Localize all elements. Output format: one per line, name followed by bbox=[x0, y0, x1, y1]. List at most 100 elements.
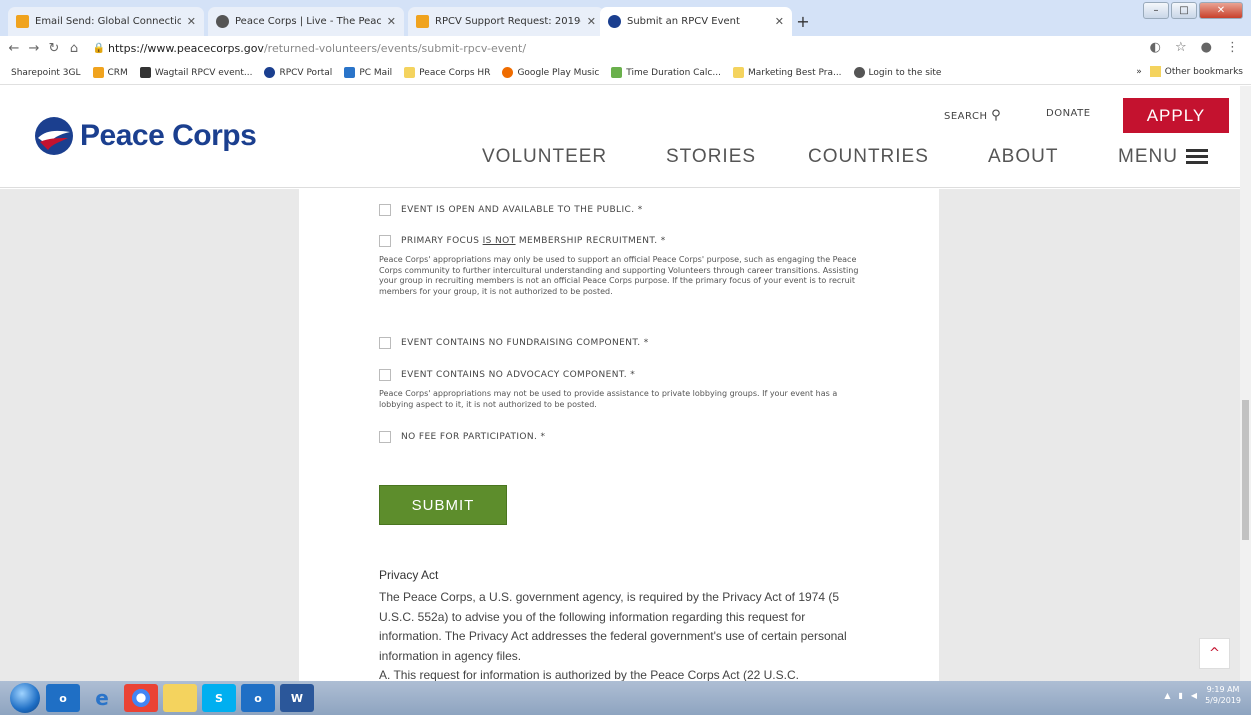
bookmark-marketing[interactable]: Marketing Best Pra... bbox=[732, 67, 842, 78]
tab-submit-rpcv-event[interactable]: Submit an RPCV Event ✕ bbox=[600, 7, 792, 36]
tab-rpcv-support[interactable]: RPCV Support Request: 2019-05 ✕ bbox=[408, 7, 604, 36]
more-menu-icon[interactable]: ⋮ bbox=[1226, 40, 1239, 55]
tab-email-send[interactable]: Email Send: Global Connections ✕ bbox=[8, 7, 204, 36]
bookmark-label: Peace Corps HR bbox=[419, 67, 491, 78]
new-tab-button[interactable]: + bbox=[794, 14, 812, 32]
fundraising-checkbox-row: EVENT CONTAINS NO FUNDRAISING COMPONENT.… bbox=[379, 337, 649, 349]
submit-button[interactable]: SUBMIT bbox=[379, 485, 507, 525]
crm-icon bbox=[16, 15, 29, 28]
tab-close-icon[interactable]: ✕ bbox=[775, 15, 784, 28]
minimize-icon[interactable]: – bbox=[1143, 2, 1169, 19]
other-bookmarks[interactable]: Other bookmarks bbox=[1165, 67, 1243, 77]
page-content: EVENT IS OPEN AND AVAILABLE TO THE PUBLI… bbox=[0, 189, 1251, 681]
bookmark-label: Time Duration Calc... bbox=[626, 67, 721, 78]
advocacy-checkbox-row: EVENT CONTAINS NO ADVOCACY COMPONENT. * bbox=[379, 369, 635, 381]
bookmark-rpcv-portal[interactable]: RPCV Portal bbox=[264, 67, 332, 78]
donate-link[interactable]: DONATE bbox=[1046, 108, 1091, 119]
public-checkbox[interactable] bbox=[379, 204, 391, 216]
fee-checkbox-row: NO FEE FOR PARTICIPATION. * bbox=[379, 431, 545, 443]
tab-close-icon[interactable]: ✕ bbox=[587, 15, 596, 28]
search-label: SEARCH bbox=[944, 111, 988, 122]
tab-close-icon[interactable]: ✕ bbox=[387, 15, 396, 28]
nav-about[interactable]: ABOUT bbox=[988, 146, 1058, 168]
tab-title: Email Send: Global Connections bbox=[35, 16, 181, 27]
globe-icon bbox=[853, 67, 865, 78]
bookmark-star-icon[interactable]: ☆ bbox=[1175, 40, 1187, 55]
clock[interactable]: 9:19 AM 5/9/2019 bbox=[1205, 684, 1241, 706]
fee-checkbox[interactable] bbox=[379, 431, 391, 443]
profile-icon[interactable]: ● bbox=[1201, 40, 1212, 55]
outlook-icon bbox=[344, 67, 356, 78]
back-icon[interactable]: ← bbox=[4, 41, 24, 56]
internet-explorer-icon[interactable]: e bbox=[85, 684, 119, 712]
peace-corps-logo[interactable]: Peace Corps bbox=[34, 116, 257, 156]
bookmark-label: Wagtail RPCV event... bbox=[154, 67, 253, 78]
privacy-item-a: A. This request for information is autho… bbox=[379, 668, 799, 681]
bookmark-wagtail[interactable]: Wagtail RPCV event... bbox=[139, 67, 253, 78]
menu-button[interactable]: MENU bbox=[1118, 146, 1208, 168]
nav-volunteer[interactable]: VOLUNTEER bbox=[482, 146, 607, 168]
clock-time: 9:19 AM bbox=[1206, 685, 1240, 694]
outlook-icon[interactable]: o bbox=[241, 684, 275, 712]
extension-icon[interactable]: ◐ bbox=[1150, 40, 1161, 55]
calculator-icon bbox=[611, 67, 623, 78]
nav-stories[interactable]: STORIES bbox=[666, 146, 756, 168]
bookmark-pc-mail[interactable]: PC Mail bbox=[344, 67, 392, 78]
back-to-top-button[interactable]: ^ bbox=[1199, 638, 1230, 669]
search-icon: ⚲ bbox=[991, 108, 1002, 123]
bookmark-label: Login to the site bbox=[868, 67, 942, 78]
focus-checkbox[interactable] bbox=[379, 235, 391, 247]
close-window-icon[interactable]: ✕ bbox=[1199, 2, 1243, 19]
bookmark-time-duration[interactable]: Time Duration Calc... bbox=[611, 67, 721, 78]
crm-icon bbox=[416, 15, 429, 28]
skype-icon[interactable]: S bbox=[202, 684, 236, 712]
volume-icon[interactable]: ◀ bbox=[1191, 691, 1197, 700]
folder-icon bbox=[732, 67, 744, 78]
privacy-body: The Peace Corps, a U.S. government agenc… bbox=[379, 590, 847, 663]
apply-button[interactable]: APPLY bbox=[1123, 98, 1229, 133]
tab-title: RPCV Support Request: 2019-05 bbox=[435, 16, 581, 27]
globe-icon bbox=[216, 15, 229, 28]
start-button[interactable] bbox=[10, 683, 40, 713]
tab-peace-corps-live[interactable]: Peace Corps | Live - The Peace C ✕ bbox=[208, 7, 404, 36]
peace-corps-icon bbox=[608, 15, 621, 28]
folder-icon bbox=[404, 67, 416, 78]
word-icon[interactable]: W bbox=[280, 684, 314, 712]
public-checkbox-label: EVENT IS OPEN AND AVAILABLE TO THE PUBLI… bbox=[401, 205, 643, 215]
tray-arrow-icon[interactable]: ▲ bbox=[1164, 691, 1170, 700]
bookmark-google-play-music[interactable]: Google Play Music bbox=[502, 67, 599, 78]
tab-title: Submit an RPCV Event bbox=[627, 16, 740, 27]
advocacy-note: Peace Corps' appropriations may not be u… bbox=[379, 389, 838, 409]
tab-close-icon[interactable]: ✕ bbox=[187, 15, 196, 28]
bookmark-login[interactable]: Login to the site bbox=[853, 67, 942, 78]
nav-countries[interactable]: COUNTRIES bbox=[808, 146, 929, 168]
browser-toolbar: ← → ↻ ⌂ 🔒 https://www.peacecorps.gov/ret… bbox=[0, 36, 1251, 61]
bookmark-peace-corps-hr[interactable]: Peace Corps HR bbox=[404, 67, 490, 78]
bookmark-label: RPCV Portal bbox=[279, 67, 333, 78]
scrollbar-thumb[interactable] bbox=[1242, 400, 1249, 540]
focus-checkbox-label: PRIMARY FOCUS IS NOT MEMBERSHIP RECRUITM… bbox=[401, 236, 666, 246]
tab-title: Peace Corps | Live - The Peace C bbox=[235, 16, 381, 27]
chevron-up-icon: ^ bbox=[1209, 646, 1220, 661]
crm-icon bbox=[92, 67, 104, 78]
url-path: /returned-volunteers/events/submit-rpcv-… bbox=[263, 42, 527, 55]
maximize-icon[interactable]: □ bbox=[1171, 2, 1197, 19]
reload-icon[interactable]: ↻ bbox=[44, 41, 64, 56]
address-bar[interactable]: https://www.peacecorps.gov/returned-volu… bbox=[108, 42, 526, 55]
home-icon[interactable]: ⌂ bbox=[64, 41, 84, 56]
network-icon[interactable]: ▮ bbox=[1179, 691, 1183, 700]
bookmark-sharepoint[interactable]: Sharepoint 3GL bbox=[11, 68, 81, 78]
advocacy-checkbox[interactable] bbox=[379, 369, 391, 381]
outlook-icon[interactable]: o bbox=[46, 684, 80, 712]
chrome-icon[interactable] bbox=[124, 684, 158, 712]
file-explorer-icon[interactable] bbox=[163, 684, 197, 712]
fundraising-checkbox[interactable] bbox=[379, 337, 391, 349]
hamburger-icon bbox=[1185, 146, 1208, 167]
form-panel: EVENT IS OPEN AND AVAILABLE TO THE PUBLI… bbox=[299, 189, 939, 681]
bookmarks-overflow-icon[interactable]: » bbox=[1136, 67, 1142, 77]
forward-icon[interactable]: → bbox=[24, 41, 44, 56]
window-controls: – □ ✕ bbox=[1143, 2, 1243, 19]
bookmark-crm[interactable]: CRM bbox=[92, 67, 128, 78]
search-link[interactable]: SEARCH ⚲ bbox=[944, 108, 1001, 123]
page-scrollbar[interactable] bbox=[1240, 86, 1251, 681]
